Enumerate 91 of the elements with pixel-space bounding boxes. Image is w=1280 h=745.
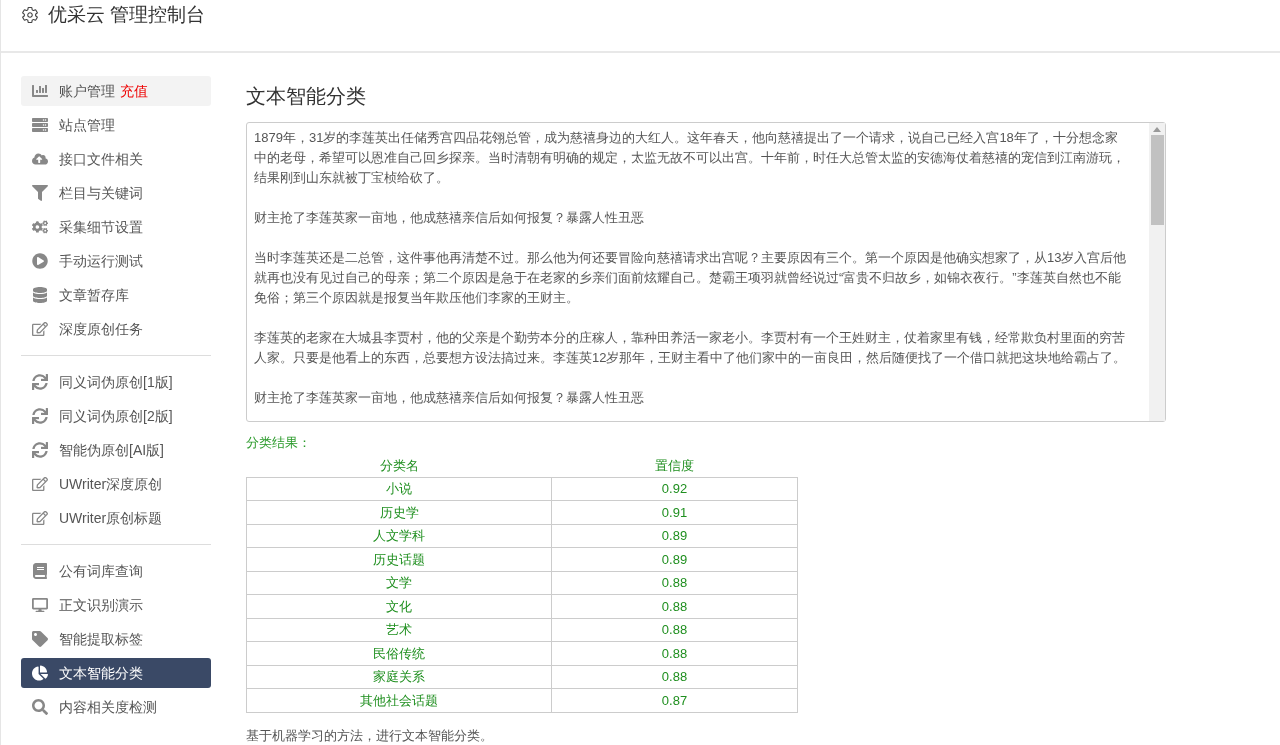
sidebar-label: 智能伪原创[AI版]: [59, 440, 164, 460]
database-icon: [32, 287, 48, 303]
monitor-icon: [32, 597, 48, 613]
sidebar-item[interactable]: 同义词伪原创[2版]: [21, 401, 211, 431]
sidebar-label: 公有词库查询: [59, 561, 143, 581]
sidebar-label: 站点管理: [59, 115, 115, 135]
paragraph: 李莲英的老家在大城县李贾村，他的父亲是个勤劳本分的庄稼人，靠种田养活一家老小。李贾村有一个王姓财主，仗着家里有钱，经常欺负村里面的穷苦人家。只要是他看上的东西，总要想方设法搞过来。李莲英12岁那年，王财主看中了他们家中的一亩良田，然后随便找了一个借口就把这块地给霸占了。: [254, 329, 1127, 367]
table-cell: 艺术: [246, 618, 552, 642]
bar-chart-icon: [32, 83, 48, 99]
column-header: 分类名: [246, 454, 552, 477]
table-cell: 0.88: [551, 665, 798, 689]
scroll-up-arrow-icon[interactable]: [1153, 127, 1161, 132]
search-icon: [32, 699, 48, 715]
sidebar-label: 同义词伪原创[1版]: [59, 372, 173, 392]
cloud-upload-icon: [32, 151, 48, 167]
refresh-icon: [32, 442, 48, 458]
table-cell: 0.87: [551, 688, 798, 712]
edit-icon: [32, 321, 48, 337]
sidebar-item[interactable]: 公有词库查询: [21, 556, 211, 586]
table-cell: 人文学科: [246, 524, 552, 548]
gears-icon: [32, 219, 48, 235]
table-cell: 0.88: [551, 618, 798, 642]
table-cell: 0.92: [551, 477, 798, 501]
paragraph: 1879年，31岁的李莲英出任储秀宫四品花翎总管，成为慈禧身边的大红人。这年春天，他向慈禧提出了一个请求，说自己已经入宫18年了，十分想念家中的老母，希望可以恩准自己回乡探亲。当时清朝有明确的规定，太监无故不可以出宫。十年前，时任大总管太监的安德海仗着慈禧的宠信到江南游玩，结果刚到山东就被丁宝桢给砍了。: [254, 129, 1126, 187]
column-header: 置信度: [551, 454, 798, 477]
table-cell: 历史话题: [246, 547, 552, 571]
tag-icon: [32, 631, 48, 647]
sidebar-item[interactable]: UWriter深度原创: [21, 469, 211, 499]
table-cell: 0.89: [551, 524, 798, 548]
filter-icon: [32, 185, 48, 201]
paragraph: 当时李莲英还是二总管，这件事他再清楚不过。那么他为何还要冒险向慈禧请求出宫呢？主要原因有三个。第一个原因是他确实想家了，从13岁入宫后他就再也没有见过自己的母亲；第二个原因是急于在老家的乡亲们面前炫耀自己。楚霸王项羽就曾经说过“富贵不归故乡，如锦衣夜行。”李莲英自然也不能免俗；第三个原因就是报复当年欺压他们李家的王财主。: [254, 249, 1127, 307]
sidebar-label: 同义词伪原创[2版]: [59, 406, 173, 426]
refresh-icon: [32, 374, 48, 390]
table-cell: 文化: [246, 594, 552, 618]
paragraph: 财主抢了李莲英家一亩地，他成慈禧亲信后如何报复？暴露人性丑恶: [254, 209, 645, 227]
table-cell: 文学: [246, 571, 552, 595]
sidebar-item[interactable]: 智能伪原创[AI版]: [21, 435, 211, 465]
sidebar-item[interactable]: 文本智能分类: [21, 658, 211, 688]
pie-chart-icon: [32, 665, 48, 681]
table-cell: 0.89: [551, 547, 798, 571]
sidebar-label: 内容相关度检测: [59, 697, 157, 717]
sidebar-item[interactable]: 正文识别演示: [21, 590, 211, 620]
sidebar-item[interactable]: 接口文件相关: [21, 144, 211, 174]
sidebar-item[interactable]: 站点管理: [21, 110, 211, 140]
sidebar-item[interactable]: 内容相关度检测: [21, 692, 211, 722]
sidebar-label: UWriter原创标题: [59, 508, 163, 528]
sidebar-item[interactable]: 账户管理 充值: [21, 76, 211, 106]
sidebar-label: 文章暂存库: [59, 285, 129, 305]
page-title: 文本智能分类: [246, 84, 367, 109]
sidebar-label: 采集细节设置: [59, 217, 143, 237]
refresh-icon: [32, 408, 48, 424]
play-icon: [32, 253, 48, 269]
result-label: 分类结果：: [246, 434, 312, 452]
sidebar-item[interactable]: 栏目与关键词: [21, 178, 211, 208]
paragraph: 财主抢了李莲英家一亩地，他成慈禧亲信后如何报复？暴露人性丑恶: [254, 389, 645, 407]
sidebar-label: 手动运行测试: [59, 251, 143, 271]
description-text: 基于机器学习的方法，进行文本智能分类。: [246, 726, 494, 745]
sidebar-label: 账户管理: [59, 81, 115, 101]
sidebar-item[interactable]: 同义词伪原创[1版]: [21, 367, 211, 397]
table-cell: 家庭关系: [246, 665, 552, 689]
table-cell: 其他社会话题: [246, 688, 552, 712]
table-cell: 小说: [246, 477, 552, 501]
sidebar-item[interactable]: 深度原创任务: [21, 314, 211, 344]
sidebar-label: 智能提取标签: [59, 629, 143, 649]
app-title: 优采云 管理控制台: [48, 3, 206, 27]
book-icon: [32, 563, 48, 579]
sidebar-item[interactable]: 文章暂存库: [21, 280, 211, 310]
sidebar-label: UWriter深度原创: [59, 474, 163, 494]
sidebar-item[interactable]: UWriter原创标题: [21, 503, 211, 533]
settings-icon: [21, 6, 39, 24]
sidebar-item[interactable]: 智能提取标签: [21, 624, 211, 654]
scrollbar[interactable]: [1149, 123, 1165, 421]
table-cell: 民俗传统: [246, 641, 552, 665]
table-cell: 0.88: [551, 594, 798, 618]
table-cell: 历史学: [246, 500, 552, 524]
sidebar-item[interactable]: 采集细节设置: [21, 212, 211, 242]
sidebar-label: 文本智能分类: [59, 663, 143, 683]
sidebar-item[interactable]: 手动运行测试: [21, 246, 211, 276]
sidebar-label: 正文识别演示: [59, 595, 143, 615]
table-cell: 0.91: [551, 500, 798, 524]
sidebar-label: 栏目与关键词: [59, 183, 143, 203]
edit-icon: [32, 510, 48, 526]
scrollbar-thumb[interactable]: [1150, 135, 1164, 225]
recharge-link[interactable]: 充值: [120, 80, 148, 102]
server-icon: [32, 117, 48, 133]
table-cell: 0.88: [551, 641, 798, 665]
table-cell: 0.88: [551, 571, 798, 595]
sidebar-label: 接口文件相关: [59, 149, 143, 169]
sidebar-label: 深度原创任务: [59, 319, 143, 339]
edit-icon: [32, 476, 48, 492]
text-input-field[interactable]: [246, 122, 1166, 422]
